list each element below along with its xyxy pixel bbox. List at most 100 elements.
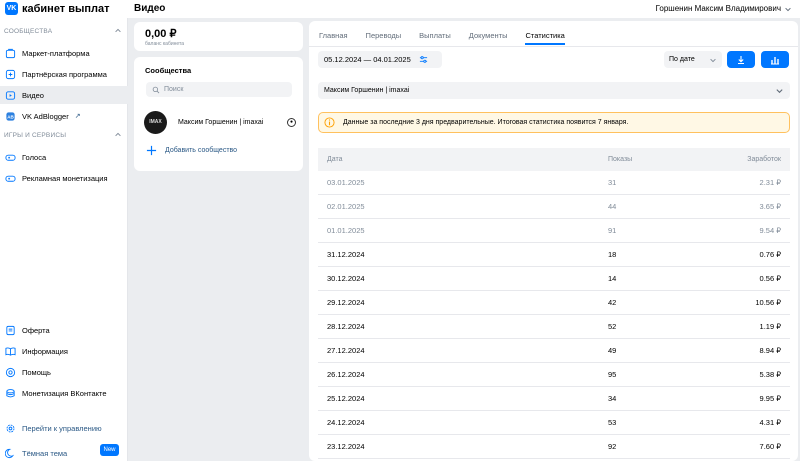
cell-views: 91 (608, 226, 617, 235)
gamepad-icon (5, 152, 16, 163)
cell-earnings: 9.54 ₽ (759, 226, 781, 235)
communities-title: Сообщества (145, 66, 192, 75)
tabs-divider (309, 46, 798, 47)
cell-earnings: 9.95 ₽ (759, 394, 781, 403)
sidebar-item-offer[interactable]: Оферта (0, 321, 128, 339)
tab-transfers[interactable]: Переводы (366, 31, 402, 45)
logo[interactable]: VK кабинет выплат (5, 2, 110, 15)
external-link-icon: ↗ (74, 113, 81, 120)
balance-label: баланс кабинета (145, 41, 185, 47)
cell-date: 26.12.2024 (327, 370, 365, 379)
sidebar-item-vk-monetization[interactable]: Монетизация ВКонтакте (0, 384, 128, 402)
sort-select[interactable]: По дате (664, 51, 722, 68)
table-row: 23.12.2024 92 7.60 ₽ (318, 435, 790, 459)
gamepad-icon (5, 173, 16, 184)
sort-value: По дате (669, 56, 695, 63)
svg-text:AB: AB (7, 114, 14, 119)
tab-main[interactable]: Главная (319, 31, 348, 45)
sidebar-item-label: Помощь (22, 367, 51, 377)
chevron-down-icon (785, 7, 791, 11)
balance-card: 0,00 ₽ баланс кабинета (134, 22, 303, 51)
filter-settings-icon (419, 56, 427, 63)
sidebar-item-ad-monetization[interactable]: Рекламная монетизация (0, 169, 128, 187)
statistics-table: Дата Показы Заработок 03.01.2025 31 2.31 ₽… (318, 148, 790, 459)
cell-date: 01.01.2025 (327, 226, 365, 235)
date-range-picker[interactable]: 05.12.2024 — 04.01.2025 (318, 51, 442, 68)
column-earnings[interactable]: Заработок (718, 156, 790, 163)
community-search[interactable] (146, 82, 292, 97)
chevron-up-icon (115, 132, 121, 137)
download-icon (738, 55, 744, 64)
community-name: Максим Горшенин | imaxai (178, 118, 264, 126)
bar-chart-icon (771, 56, 779, 64)
user-name: Горшенин Максим Владимирович (655, 4, 781, 13)
user-menu[interactable]: Горшенин Максим Владимирович (656, 4, 792, 13)
manage-link[interactable]: Перейти к управлению (0, 419, 128, 437)
table-row: 24.12.2024 53 4.31 ₽ (318, 411, 790, 435)
cell-earnings: 0.56 ₽ (759, 274, 781, 283)
table-row: 27.12.2024 49 8.94 ₽ (318, 339, 790, 363)
cell-earnings: 5.38 ₽ (759, 370, 781, 379)
table-row: 01.01.2025 91 9.54 ₽ (318, 219, 790, 243)
plus-icon (146, 145, 157, 156)
sidebar-item-label: VK AdBlogger (22, 111, 69, 121)
video-icon (5, 90, 16, 101)
new-badge: New (100, 444, 119, 456)
logo-text: кабинет выплат (22, 2, 110, 15)
sidebar-item-label: Голоса (22, 152, 47, 162)
cell-date: 29.12.2024 (327, 298, 365, 307)
cell-earnings: 1.19 ₽ (759, 322, 781, 331)
coins-icon (5, 388, 16, 399)
manage-link-label: Перейти к управлению (22, 423, 102, 433)
download-button[interactable] (727, 51, 755, 68)
sidebar-item-info[interactable]: Информация (0, 342, 128, 360)
cell-date: 03.01.2025 (327, 178, 365, 187)
cell-views: 31 (608, 178, 617, 187)
sidebar-item-votes[interactable]: Голоса (0, 148, 128, 166)
add-community-button[interactable]: Добавить сообщество (146, 145, 237, 156)
table-row: 25.12.2024 34 9.95 ₽ (318, 387, 790, 411)
main-panel: Главная Переводы Выплаты Документы Стати… (309, 21, 798, 461)
chevron-down-icon (776, 89, 783, 94)
section-games-header[interactable]: ИГРЫ И СЕРВИСЫ (4, 131, 122, 139)
cell-earnings: 8.94 ₽ (759, 346, 781, 355)
market-icon (5, 48, 16, 59)
section-communities-header[interactable]: СООБЩЕСТВА (4, 27, 122, 35)
help-icon (5, 367, 16, 378)
sidebar-item-market[interactable]: Маркет-платформа (0, 44, 128, 62)
cell-date: 23.12.2024 (327, 442, 365, 451)
sidebar-item-label: Рекламная монетизация (22, 173, 108, 183)
table-row: 31.12.2024 18 0.76 ₽ (318, 243, 790, 267)
sidebar: СООБЩЕСТВА Маркет-платформа Партнёрская … (0, 18, 128, 461)
column-date[interactable]: Дата (318, 156, 608, 163)
community-item[interactable]: IMAX Максим Горшенин | imaxai ● (144, 110, 296, 134)
partner-icon (5, 69, 16, 80)
cell-earnings: 2.31 ₽ (759, 178, 781, 187)
date-range-value: 05.12.2024 — 04.01.2025 (324, 55, 411, 64)
chart-view-button[interactable] (761, 51, 789, 68)
cell-views: 52 (608, 322, 617, 331)
community-select[interactable]: Максим Горшенин | imaxai (318, 82, 790, 99)
moon-icon (5, 448, 16, 459)
document-icon (5, 325, 16, 336)
cell-views: 42 (608, 298, 617, 307)
community-options-icon[interactable]: ● (287, 117, 296, 127)
column-views[interactable]: Показы (608, 156, 718, 163)
table-row: 28.12.2024 52 1.19 ₽ (318, 315, 790, 339)
sidebar-item-video[interactable]: Видео (0, 86, 128, 104)
community-search-input[interactable] (164, 86, 284, 93)
tab-statistics[interactable]: Статистика (525, 31, 565, 45)
sidebar-item-label: Информация (22, 346, 68, 356)
cell-earnings: 4.31 ₽ (759, 418, 781, 427)
cell-views: 44 (608, 202, 617, 211)
sidebar-item-help[interactable]: Помощь (0, 363, 128, 381)
vk-logo-icon: VK (5, 2, 18, 15)
tab-payouts[interactable]: Выплаты (419, 31, 451, 45)
sidebar-item-label: Видео (22, 90, 44, 100)
cell-earnings: 3.65 ₽ (759, 202, 781, 211)
gear-icon (5, 423, 16, 434)
sidebar-item-partner[interactable]: Партнёрская программа (0, 65, 128, 83)
sidebar-item-adblogger[interactable]: AB VK AdBlogger ↗ (0, 107, 128, 125)
cell-date: 27.12.2024 (327, 346, 365, 355)
tab-documents[interactable]: Документы (469, 31, 508, 45)
